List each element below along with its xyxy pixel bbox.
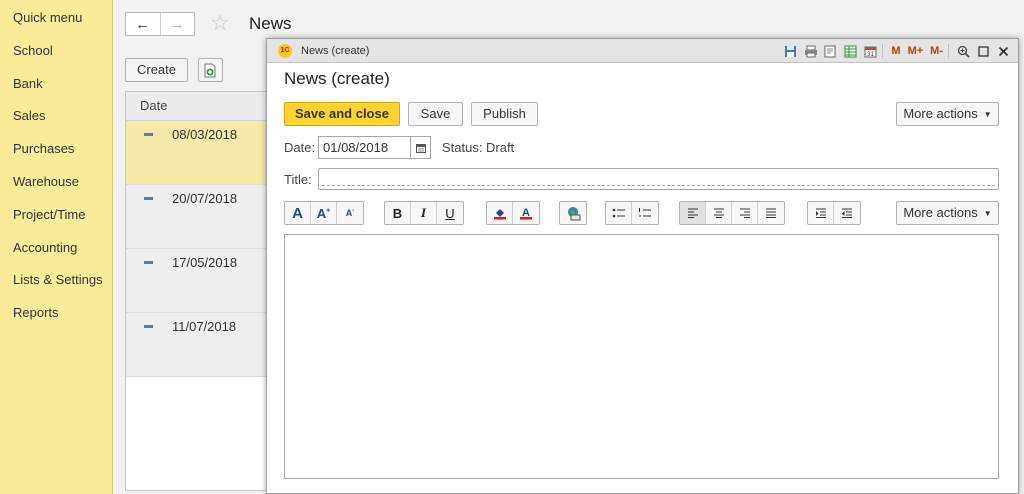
news-table: Date 08/03/2018 20/07/2018 17/05/2018 11… <box>125 91 285 491</box>
publish-button[interactable]: Publish <box>471 102 538 126</box>
font-glyph: A <box>292 204 303 222</box>
sidebar: Quick menu School Bank Sales Purchases W… <box>0 0 113 494</box>
font-icon[interactable]: A <box>285 202 311 224</box>
sidebar-item-sales[interactable]: Sales <box>0 100 112 133</box>
decrease-font-icon[interactable]: A- <box>337 202 363 224</box>
align-center-icon[interactable] <box>706 202 732 224</box>
table-row[interactable]: 17/05/2018 <box>126 249 284 313</box>
sidebar-item-warehouse[interactable]: Warehouse <box>0 166 112 199</box>
more-actions-label: More actions <box>903 106 978 121</box>
spreadsheet-icon[interactable] <box>842 43 859 60</box>
add-document-icon[interactable] <box>198 58 223 82</box>
italic-glyph: I <box>420 205 427 220</box>
alignment-group <box>679 201 785 225</box>
decrease-indent-icon[interactable] <box>834 202 860 224</box>
bold-glyph: B <box>392 205 403 221</box>
window-title: News (create) <box>301 45 370 57</box>
sidebar-item-purchases[interactable]: Purchases <box>0 133 112 166</box>
bold-icon[interactable]: B <box>385 202 411 224</box>
row-status-icon <box>144 197 153 200</box>
dropdown-caret-icon: ▼ <box>983 109 992 119</box>
align-justify-icon[interactable] <box>758 202 784 224</box>
sidebar-item-school[interactable]: School <box>0 35 112 68</box>
row-date: 17/05/2018 <box>172 255 238 270</box>
row-date: 11/07/2018 <box>172 319 237 334</box>
underline-icon[interactable]: U <box>437 202 463 224</box>
forward-arrow-icon[interactable]: → <box>159 13 195 35</box>
row-date: 20/07/2018 <box>172 191 238 206</box>
back-arrow-icon[interactable]: ← <box>126 13 160 35</box>
bulleted-list-icon[interactable] <box>606 202 632 224</box>
memory-plus-icon[interactable]: M+ <box>906 43 926 60</box>
text-color-icon[interactable]: A <box>513 202 539 224</box>
history-nav: ← → <box>125 12 195 36</box>
status-label: Status: <box>442 140 483 155</box>
svg-text:31: 31 <box>868 52 875 58</box>
dropdown-caret-icon: ▼ <box>983 208 992 218</box>
format-more-actions-label: More actions <box>903 205 978 220</box>
font-size-group: A A+ A- <box>284 201 364 225</box>
text-style-group: B I U <box>384 201 464 225</box>
sidebar-item-reports[interactable]: Reports <box>0 297 112 330</box>
underline-glyph: U <box>445 205 455 221</box>
save-and-close-button[interactable]: Save and close <box>284 102 400 126</box>
row-status-icon <box>144 261 153 264</box>
title-label: Title: <box>284 172 312 187</box>
spellcheck-underline <box>322 185 995 186</box>
title-field[interactable] <box>318 168 999 190</box>
window-toolbar: 31 M M+ M- <box>779 42 1012 60</box>
toolbar-separator <box>882 44 884 58</box>
more-actions-button[interactable]: More actions ▼ <box>896 102 999 126</box>
calendar-icon[interactable]: 31 <box>862 43 879 60</box>
row-status-icon <box>144 325 153 328</box>
app-logo-icon: 1C <box>278 44 292 58</box>
zoom-icon[interactable] <box>955 43 972 60</box>
increase-indent-icon[interactable] <box>808 202 834 224</box>
page-title: News <box>249 14 292 33</box>
calendar-picker-icon[interactable] <box>411 136 431 159</box>
color-group: A <box>486 201 540 225</box>
row-date: 08/03/2018 <box>172 127 238 142</box>
background-color-icon[interactable] <box>487 202 513 224</box>
memory-m-icon[interactable]: M <box>889 43 902 60</box>
close-icon[interactable] <box>995 43 1012 60</box>
column-header-date[interactable]: Date <box>126 92 284 121</box>
italic-icon[interactable]: I <box>411 202 437 224</box>
table-row[interactable]: 08/03/2018 <box>126 121 284 185</box>
save-disk-icon[interactable] <box>782 43 799 60</box>
date-label: Date: <box>284 140 316 155</box>
sidebar-item-lists-settings[interactable]: Lists & Settings <box>0 264 112 297</box>
list-group <box>605 201 659 225</box>
save-button[interactable]: Save <box>408 102 463 126</box>
increase-font-icon[interactable]: A+ <box>311 202 337 224</box>
status-value: Draft <box>486 140 515 155</box>
sidebar-item-project-time[interactable]: Project/Time <box>0 199 112 232</box>
news-create-window: 1C News (create) 31 M M+ M- News (create… <box>266 38 1019 494</box>
table-row[interactable]: 11/07/2018 <box>126 313 284 377</box>
print-preview-icon[interactable] <box>822 43 839 60</box>
indent-group <box>807 201 861 225</box>
insert-image-group <box>559 201 587 225</box>
toolbar-separator <box>948 44 949 58</box>
sidebar-item-accounting[interactable]: Accounting <box>0 232 112 265</box>
numbered-list-icon[interactable] <box>632 202 658 224</box>
format-more-actions-button[interactable]: More actions ▼ <box>896 201 999 225</box>
create-button[interactable]: Create <box>125 58 188 82</box>
sidebar-item-bank[interactable]: Bank <box>0 68 112 101</box>
memory-minus-icon[interactable]: M- <box>928 43 945 60</box>
sidebar-item-quick-menu[interactable]: Quick menu <box>0 2 112 35</box>
form-heading: News (create) <box>284 69 390 88</box>
window-titlebar: 1C News (create) 31 M M+ M- <box>267 39 1018 63</box>
favorite-star-icon[interactable]: ☆ <box>210 10 230 36</box>
print-icon[interactable] <box>802 43 819 60</box>
row-status-icon <box>144 133 153 136</box>
align-left-icon[interactable] <box>680 202 706 224</box>
date-field[interactable]: 01/08/2018 <box>318 136 411 159</box>
insert-image-icon[interactable] <box>560 202 586 224</box>
table-row[interactable]: 20/07/2018 <box>126 185 284 249</box>
maximize-icon[interactable] <box>975 43 992 60</box>
align-right-icon[interactable] <box>732 202 758 224</box>
content-editor[interactable] <box>284 234 999 479</box>
